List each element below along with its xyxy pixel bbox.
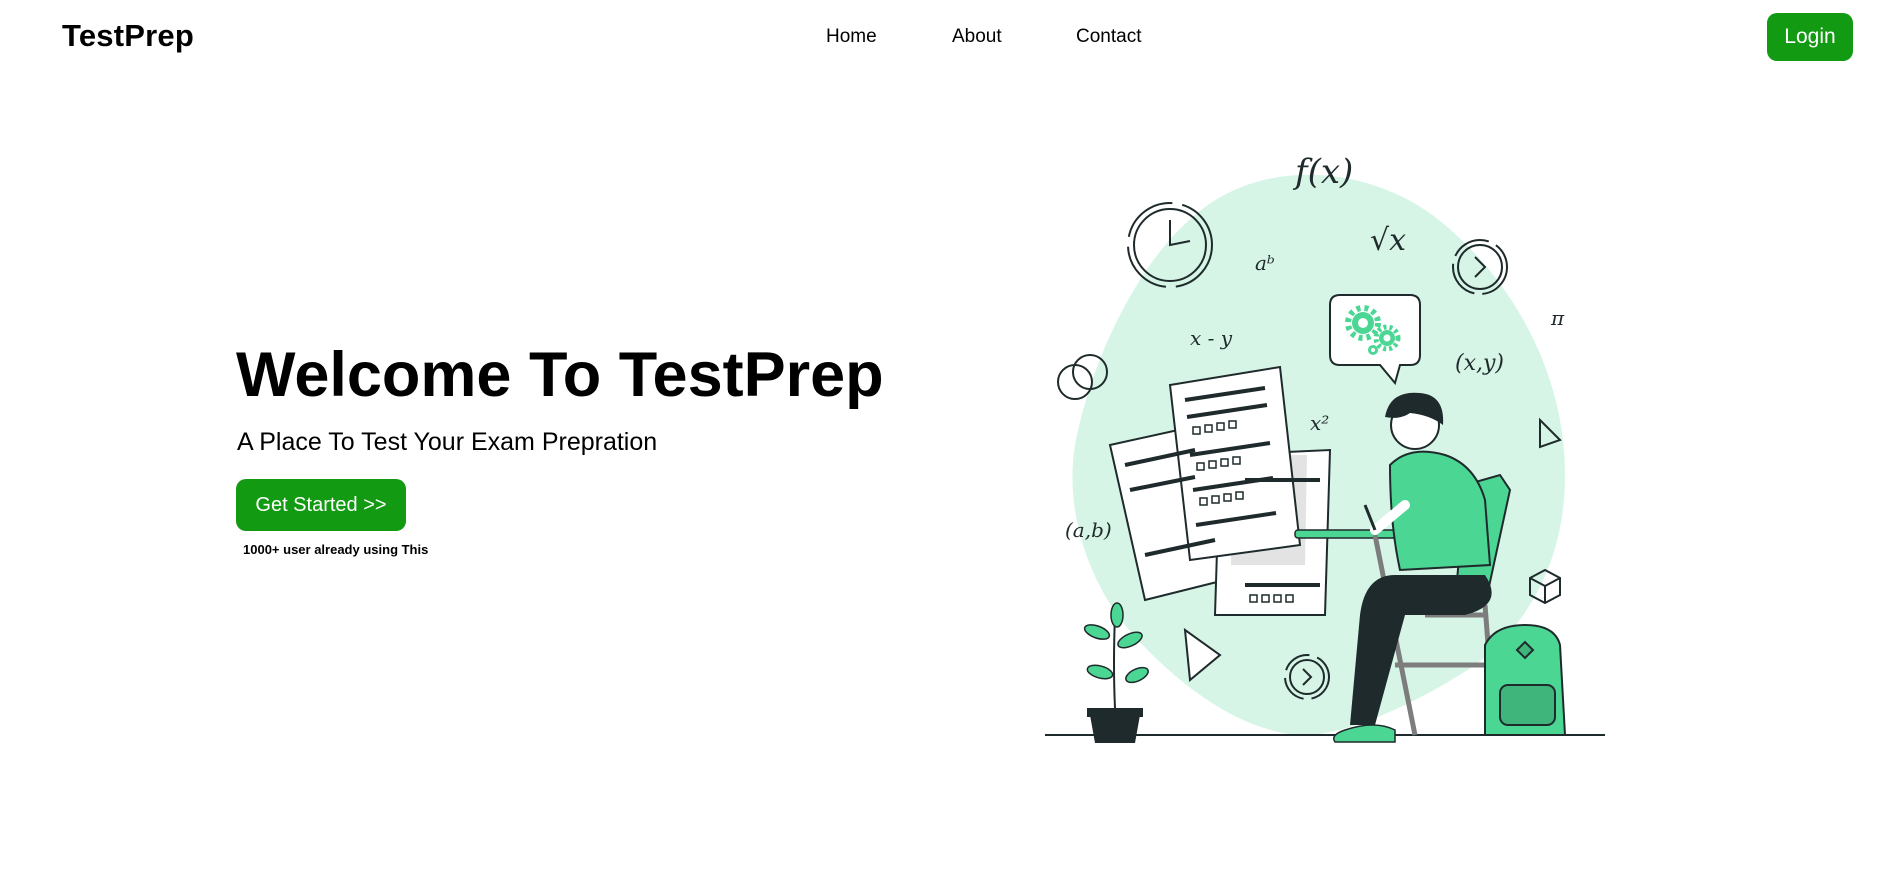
power-symbol: aᵇ — [1255, 251, 1275, 275]
hero-title: Welcome To TestPrep — [236, 340, 884, 410]
nav-link-contact[interactable]: Contact — [1076, 26, 1141, 48]
hero-subtitle: A Place To Test Your Exam Prepration — [237, 428, 658, 456]
difference-symbol: x - y — [1190, 326, 1233, 350]
square-symbol: x² — [1310, 411, 1329, 435]
pi-symbol: π — [1550, 306, 1565, 330]
brand-logo[interactable]: TestPrep — [62, 18, 194, 54]
student-exam-illustration: f(x) √x aᵇ x - y x² (x,y) (a,b) π — [1045, 152, 1605, 743]
navbar: TestPrep Home About Contact Login — [0, 0, 1893, 74]
sqrt-symbol: √x — [1370, 223, 1406, 258]
get-started-button[interactable]: Get Started >> — [236, 479, 406, 531]
nav-link-home[interactable]: Home — [826, 26, 877, 48]
login-button[interactable]: Login — [1767, 13, 1853, 61]
nav-link-about[interactable]: About — [952, 26, 1002, 48]
coordinate-symbol: (x,y) — [1455, 351, 1504, 376]
pair-symbol: (a,b) — [1065, 518, 1112, 542]
user-count-note: 1000+ user already using This — [243, 542, 429, 557]
backpack — [1484, 623, 1567, 736]
function-symbol: f(x) — [1292, 152, 1353, 192]
